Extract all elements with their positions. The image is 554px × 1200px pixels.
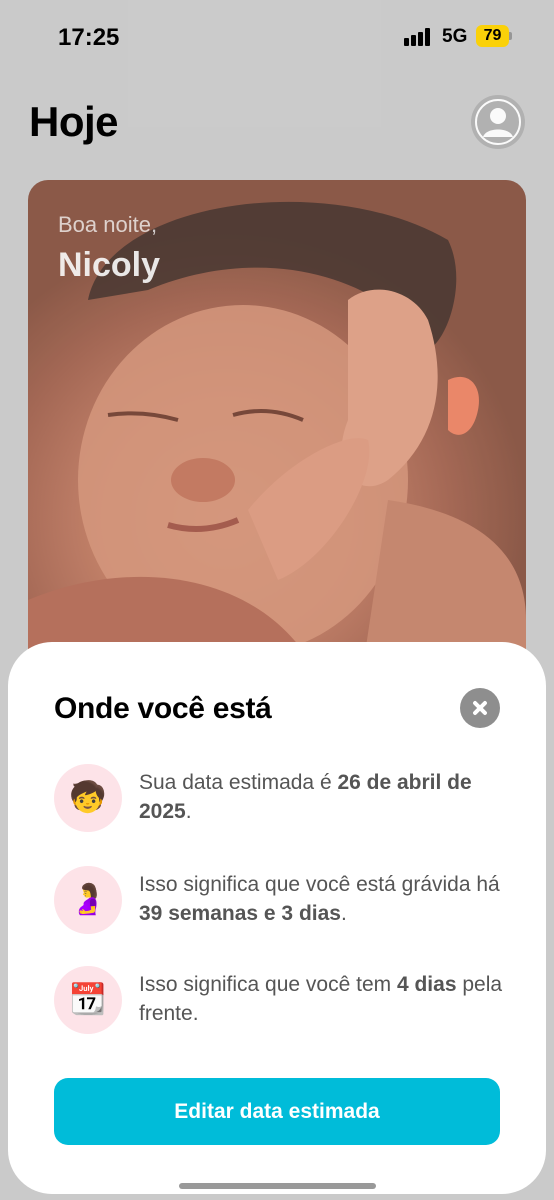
baby-face-icon: 🧒: [54, 764, 122, 832]
due-date-text: Sua data estimada é 26 de abril de 2025.: [139, 771, 472, 823]
due-date-row: 🧒 Sua data estimada é 26 de abril de 202…: [54, 764, 514, 834]
days-remaining-row: 📆 Isso significa que você tem 4 dias pel…: [54, 966, 514, 1036]
pregnant-woman-icon: 🤰: [54, 866, 122, 934]
pregnancy-week-text: Isso significa que você está grávida há …: [139, 873, 500, 925]
calendar-icon: 📆: [54, 966, 122, 1034]
edit-due-date-button[interactable]: Editar data estimada: [54, 1078, 500, 1145]
close-button[interactable]: [460, 688, 500, 728]
sheet-title: Onde você está: [54, 692, 272, 725]
where-you-are-sheet: Onde você está 🧒 Sua data estimada é 26 …: [8, 642, 546, 1194]
pregnancy-week-row: 🤰 Isso significa que você está grávida h…: [54, 866, 514, 936]
home-indicator[interactable]: [179, 1183, 376, 1189]
days-remaining-text: Isso significa que você tem 4 dias pela …: [139, 973, 503, 1025]
